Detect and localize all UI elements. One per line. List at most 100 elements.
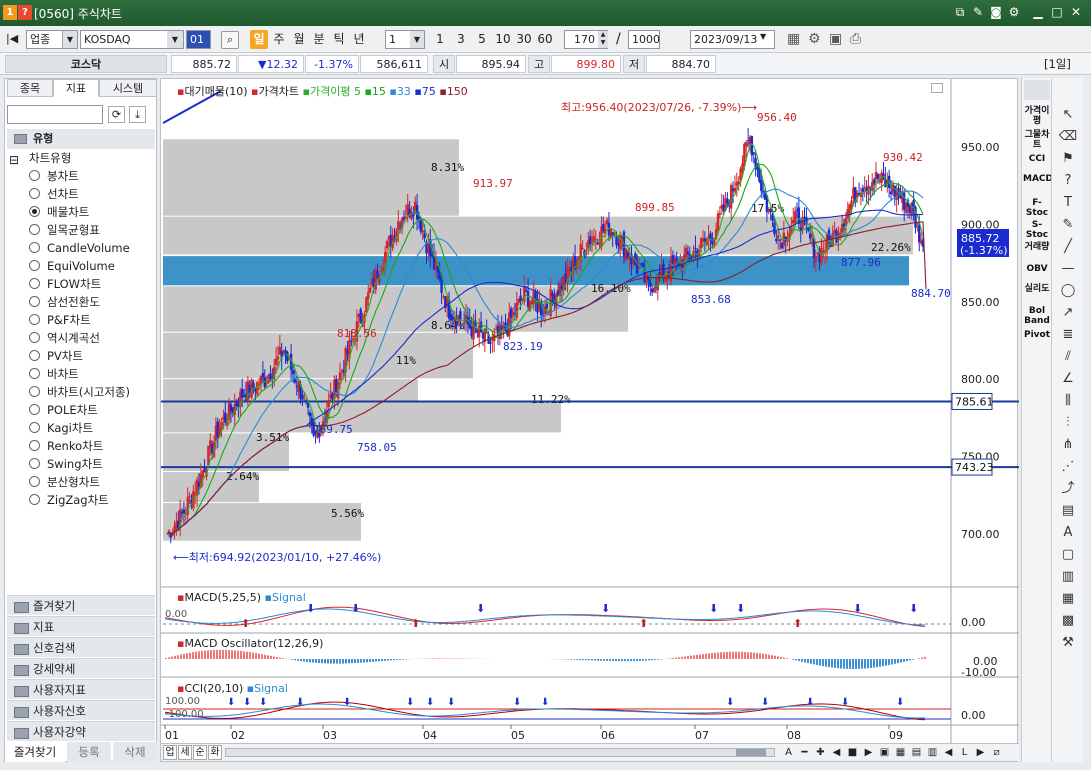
period-button[interactable]: 년 [350, 30, 368, 49]
chart-type-option[interactable]: 봉차트 [5, 167, 155, 185]
candle-body[interactable] [350, 341, 353, 343]
radio-icon[interactable] [29, 386, 40, 397]
indicator-shortcut[interactable]: Pivot [1023, 330, 1051, 342]
candle-body[interactable] [188, 495, 191, 497]
candle-body[interactable] [775, 238, 778, 242]
folder-item[interactable]: 사용자지표 [7, 679, 155, 699]
candle-body[interactable] [359, 309, 362, 323]
plus-icon[interactable]: ✚ [813, 745, 828, 760]
folder-item[interactable]: 즐겨찾기 [7, 595, 155, 615]
indicator-shortcut[interactable]: CCI [1023, 154, 1051, 166]
chart-type-option[interactable]: Swing차트 [5, 455, 155, 473]
folder-item[interactable]: 사용자강약 [7, 721, 155, 741]
candle-body[interactable] [778, 239, 782, 241]
legend-volume-profile[interactable]: 대기매물(10) [184, 85, 247, 98]
scrollbar-track[interactable] [225, 748, 775, 757]
fork-icon[interactable]: ⋔ [1058, 436, 1078, 454]
bottom-bar-button[interactable]: 업 [163, 745, 177, 760]
radio-icon[interactable] [29, 278, 40, 289]
candle-body[interactable] [652, 287, 656, 293]
folder-item[interactable]: 사용자신호 [7, 700, 155, 720]
bottom-bar-button[interactable]: 순 [193, 745, 207, 760]
candle-body[interactable] [675, 257, 678, 260]
spinner-icon[interactable]: ▲ ▼ [598, 31, 608, 48]
macd-title[interactable]: MACD(5,25,5) [184, 591, 261, 604]
chart-type-option[interactable]: Kagi차트 [5, 419, 155, 437]
candle-body[interactable] [250, 379, 253, 398]
radio-icon[interactable] [29, 170, 40, 181]
forward-icon[interactable]: ▶ [973, 745, 988, 760]
bottom-bar-button[interactable]: 세 [178, 745, 192, 760]
candle-body[interactable] [261, 373, 265, 378]
chart-type-option[interactable]: P&F차트 [5, 311, 155, 329]
search-icon[interactable]: ⌕ [221, 31, 239, 49]
chart-type-option[interactable]: PV차트 [5, 347, 155, 365]
chevron-down-icon[interactable]: ▼ [410, 31, 424, 48]
scrollbar-thumb[interactable] [736, 749, 766, 756]
period-button[interactable]: 틱 [330, 30, 348, 49]
grid-icon[interactable]: ▦ [893, 745, 908, 760]
chevron-down-icon[interactable]: ▼ [760, 32, 766, 41]
minus-icon[interactable]: ━ [797, 745, 812, 760]
back-icon[interactable]: ◀ [941, 745, 956, 760]
chart-settings-icon[interactable]: ▦ [787, 31, 800, 47]
circle-icon[interactable]: ◯ [1058, 282, 1078, 300]
indicator-shortcut[interactable]: Bol Band [1023, 306, 1051, 326]
quick-interval-button[interactable]: 60 [535, 30, 555, 49]
candle-body[interactable] [581, 248, 584, 250]
cycle-icon[interactable]: ⫶ [1058, 414, 1078, 432]
chart-type-option[interactable]: 일목균형표 [5, 221, 155, 239]
chart-type-option[interactable]: 매물차트 [5, 203, 155, 221]
candle-body[interactable] [686, 251, 690, 255]
chart-icon[interactable]: ▥ [925, 745, 940, 760]
candle-body[interactable] [421, 230, 424, 233]
candle-body[interactable] [694, 247, 697, 249]
candle-body[interactable] [306, 403, 310, 408]
candle-body[interactable] [327, 399, 330, 407]
candle-body[interactable] [861, 188, 865, 192]
quick-interval-button[interactable]: 10 [493, 30, 513, 49]
candle-body[interactable] [793, 211, 797, 223]
indicator-shortcut[interactable]: F-Stoc [1023, 198, 1051, 218]
radio-icon[interactable] [29, 494, 40, 505]
candle-body[interactable] [769, 209, 772, 213]
color-icon[interactable]: ⚑ [1058, 150, 1078, 168]
candle-body[interactable] [459, 311, 462, 321]
folder-item[interactable]: 강세약세 [7, 658, 155, 678]
candle-body[interactable] [304, 400, 308, 403]
chart-type-option[interactable]: 선차트 [5, 185, 155, 203]
radio-icon[interactable] [29, 332, 40, 343]
period-button[interactable]: 월 [290, 30, 308, 49]
candle-body[interactable] [718, 213, 722, 215]
candle-body[interactable] [761, 190, 765, 193]
next-icon[interactable]: ▶ [861, 745, 876, 760]
print-icon[interactable]: ⎙ [850, 31, 861, 47]
radio-icon[interactable] [29, 404, 40, 415]
gear-icon[interactable]: ⚙ [808, 31, 821, 47]
radio-icon[interactable] [29, 440, 40, 451]
chart-canvas[interactable]: 8.31%17.5%22.26%16.10%8.64%11%11.22%3.51… [161, 79, 1019, 763]
candle-body[interactable] [760, 179, 763, 191]
candle-body[interactable] [461, 323, 464, 325]
legend-ma5[interactable]: 5 [354, 85, 361, 98]
indicator-search-input[interactable] [7, 105, 103, 124]
channel-icon[interactable]: ⫼ [1058, 392, 1078, 410]
legend-ma33[interactable]: 33 [397, 85, 411, 98]
period-button[interactable]: 일 [250, 30, 268, 49]
candle-body[interactable] [844, 218, 848, 224]
candle-body[interactable] [385, 241, 389, 249]
candle-body[interactable] [291, 370, 295, 375]
period-button[interactable]: 분 [310, 30, 328, 49]
candle-body[interactable] [269, 373, 272, 380]
app-icon[interactable]: 1 [3, 5, 17, 20]
candle-body[interactable] [745, 142, 748, 147]
bottom-tab[interactable]: 삭제 [113, 742, 157, 762]
candle-body[interactable] [368, 288, 372, 293]
indicator-shortcut[interactable]: S-Stoc [1023, 220, 1051, 240]
stop-icon[interactable]: ■ [845, 745, 860, 760]
radio-icon[interactable] [29, 188, 40, 199]
radio-icon[interactable] [29, 368, 40, 379]
left-tab[interactable]: 시스템 [99, 79, 157, 97]
candle-body[interactable] [872, 179, 876, 184]
radio-icon[interactable] [29, 458, 40, 469]
